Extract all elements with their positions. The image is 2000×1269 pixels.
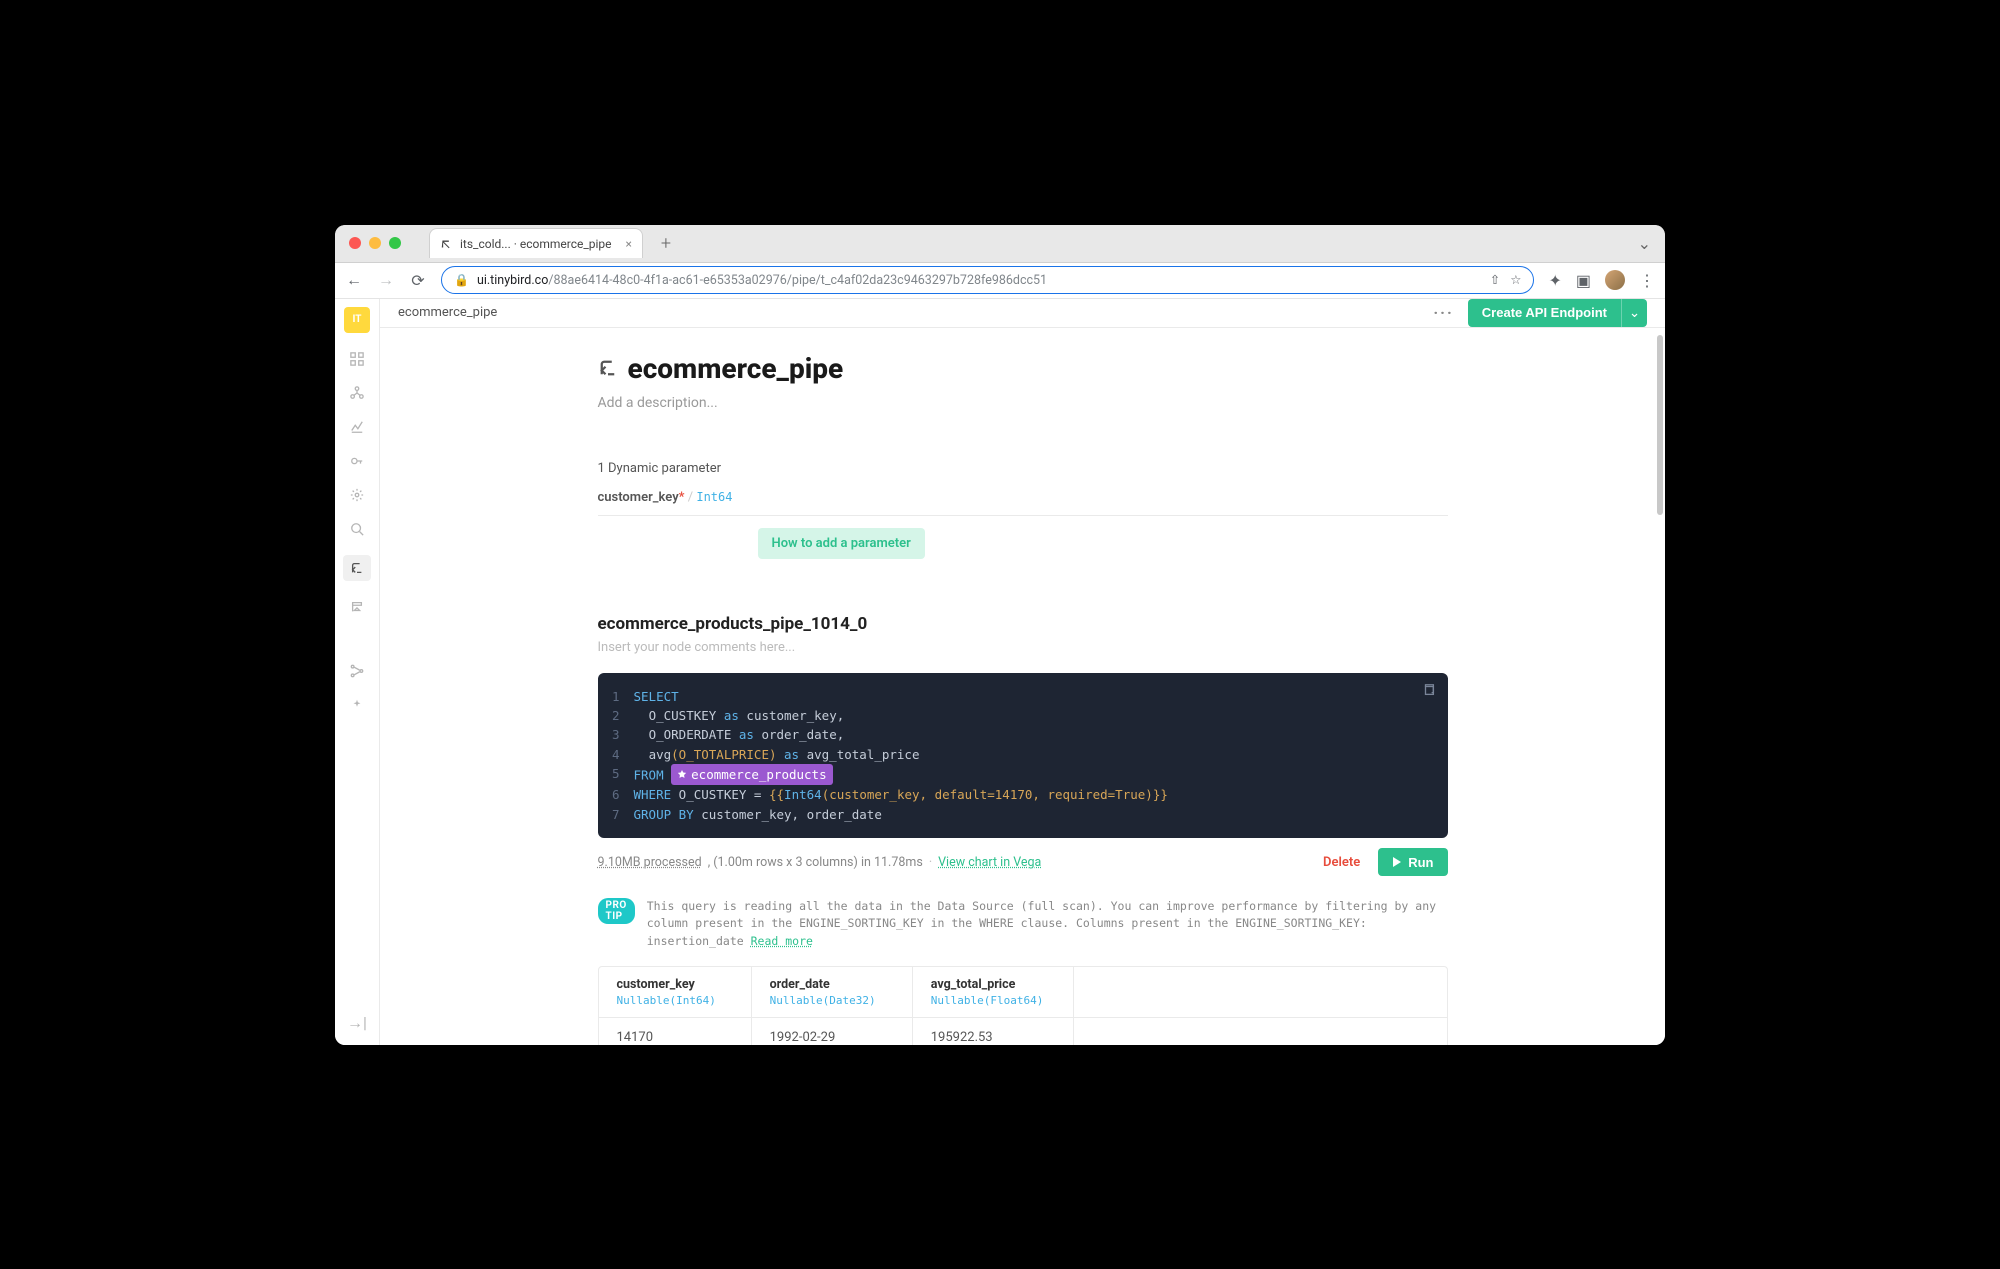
run-button[interactable]: Run [1378,848,1447,876]
stats-processed[interactable]: 9.10MB processed [598,855,702,870]
browser-titlebar: its_cold... · ecommerce_pipe × + ⌄ [335,225,1665,263]
node-comment-input[interactable]: Insert your node comments here... [598,640,1448,655]
create-api-dropdown[interactable]: ⌄ [1621,299,1647,327]
star-icon[interactable]: ☆ [1510,272,1521,288]
schema-icon[interactable] [349,385,365,401]
col-header[interactable]: avg_total_priceNullable(Float64) [912,967,1073,1018]
new-tab-button[interactable]: + [661,233,671,254]
col-header-empty [1073,967,1446,1018]
vega-link[interactable]: View chart in Vega [938,855,1041,870]
chart-icon[interactable] [349,419,365,435]
address-bar[interactable]: 🔒 ui.tinybird.co/88ae6414-48c0-4f1a-ac61… [441,266,1534,294]
key-icon[interactable] [349,453,365,469]
panel-icon[interactable]: ▣ [1576,271,1591,290]
pipe-title-icon [598,358,618,378]
params-header: 1 Dynamic parameter [598,461,1448,476]
node-title[interactable]: ecommerce_products_pipe_1014_0 [598,614,1448,634]
param-name: customer_key* [598,490,685,505]
tip-text: This query is reading all the data in th… [647,898,1448,950]
tab-favicon-icon [440,238,452,250]
browser-tab[interactable]: its_cold... · ecommerce_pipe × [429,228,643,258]
page-title: ecommerce_pipe [628,352,844,385]
more-menu-icon[interactable]: ··· [1433,303,1453,322]
app-sidebar: IT →| [335,299,380,1045]
org-badge[interactable]: IT [344,307,370,333]
delete-button[interactable]: Delete [1323,855,1360,870]
url-text: ui.tinybird.co/88ae6414-48c0-4f1a-ac61-e… [477,273,1047,288]
breadcrumb[interactable]: ecommerce_pipe [398,305,497,320]
browser-toolbar: ← → ⟳ 🔒 ui.tinybird.co/88ae6414-48c0-4f1… [335,263,1665,299]
stats-row: 9.10MB processed , (1.00m rows x 3 colum… [598,848,1448,876]
col-header[interactable]: order_dateNullable(Date32) [751,967,912,1018]
tab-close-icon[interactable]: × [626,237,632,251]
tab-title: its_cold... · ecommerce_pipe [460,237,612,251]
copy-icon[interactable] [1422,683,1436,702]
topbar: ecommerce_pipe ··· Create API Endpoint ⌄ [380,299,1665,328]
play-icon [1392,857,1402,867]
pro-tip-badge: PRO TIP [598,898,635,924]
description-input[interactable]: Add a description... [598,395,1448,411]
table-row[interactable]: 14170 1992-02-29 195922.53 [599,1017,1447,1044]
search-icon[interactable] [349,521,365,537]
table-chip[interactable]: ecommerce_products [671,764,832,785]
lock-icon: 🔒 [454,273,469,287]
profile-avatar[interactable] [1605,270,1625,290]
nav-forward-icon: → [377,270,395,290]
window-max-dot[interactable] [389,237,401,249]
howto-link[interactable]: How to add a parameter [758,528,925,559]
nav-back-icon[interactable]: ← [345,270,363,290]
window-min-dot[interactable] [369,237,381,249]
scrollbar[interactable] [1657,335,1663,515]
browser-menu-icon[interactable]: ⋮ [1639,271,1655,290]
collapse-icon[interactable]: →| [349,1015,365,1031]
dashboard-icon[interactable] [349,351,365,367]
create-api-button[interactable]: Create API Endpoint [1468,299,1621,327]
result-table: customer_keyNullable(Int64) order_dateNu… [598,966,1448,1045]
flow-icon[interactable] [349,663,365,679]
nav-reload-icon[interactable]: ⟳ [409,271,427,290]
gear-icon[interactable] [349,487,365,503]
window-close-dot[interactable] [349,237,361,249]
datasource-icon[interactable] [349,599,365,615]
col-header[interactable]: customer_keyNullable(Int64) [599,967,752,1018]
pipe-icon[interactable] [343,555,371,581]
readmore-link[interactable]: Read more [751,934,813,948]
extensions-icon[interactable]: ✦ [1548,271,1561,290]
param-type: Int64 [696,490,732,504]
share-icon[interactable]: ⇧ [1490,272,1500,288]
sql-editor[interactable]: 1SELECT 2 O_CUSTKEY as customer_key, 3 O… [598,673,1448,839]
sparkle-icon[interactable] [349,697,365,713]
tabs-dropdown-icon[interactable]: ⌄ [1638,234,1651,253]
param-row: customer_key* / Int64 [598,482,1448,516]
